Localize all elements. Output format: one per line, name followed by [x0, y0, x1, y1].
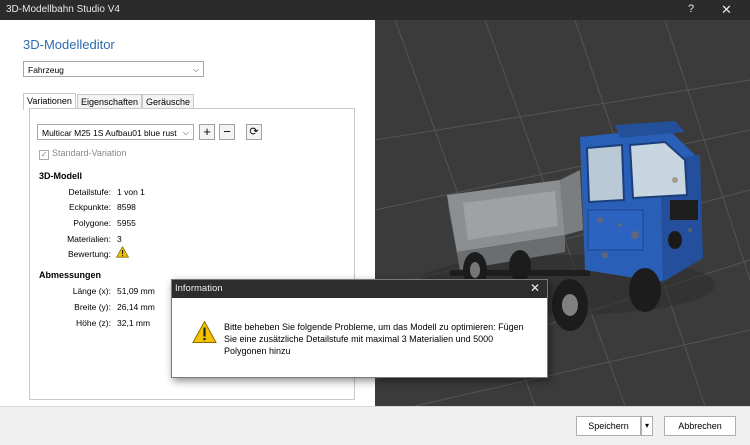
- warning-icon: [116, 246, 129, 258]
- check-icon: ✓: [39, 150, 49, 160]
- category-dropdown[interactable]: Fahrzeug ⌵: [23, 61, 204, 77]
- editor-heading: 3D-Modelleditor: [23, 37, 115, 52]
- chevron-down-icon: ⌵: [192, 65, 199, 74]
- polygons-value: 5955: [117, 218, 136, 228]
- height-label: Höhe (z):: [76, 318, 111, 328]
- detail-level-value: 1 von 1: [117, 187, 145, 197]
- length-value: 51,09 mm: [117, 286, 155, 296]
- standard-variation-checkbox[interactable]: ✓ Standard-Variation: [39, 148, 126, 160]
- window-title: 3D-Modellbahn Studio V4: [6, 4, 120, 15]
- width-value: 26,14 mm: [117, 302, 155, 312]
- information-dialog: Information ✕ Bitte beheben Sie folgende…: [171, 279, 548, 378]
- refresh-icon[interactable]: ⟳: [246, 124, 262, 140]
- dialog-header: Information ✕: [172, 280, 547, 298]
- model-section-title: 3D-Modell: [39, 171, 83, 181]
- warning-icon: [192, 320, 217, 343]
- materials-label: Materialien:: [67, 234, 111, 244]
- help-button[interactable]: ?: [688, 3, 694, 15]
- tab-eigenschaften[interactable]: Eigenschaften: [77, 94, 143, 109]
- tab-geraeusche[interactable]: Geräusche: [142, 94, 195, 109]
- category-value: Fahrzeug: [28, 65, 64, 75]
- window-close-button[interactable]: ✕: [721, 2, 732, 18]
- footer-bar: Speichern ▾ Abbrechen: [0, 406, 750, 445]
- add-variation-button[interactable]: +: [199, 124, 215, 140]
- vertices-value: 8598: [117, 202, 136, 212]
- variation-value: Multicar M25 1S Aufbau01 blue rust: [42, 128, 177, 138]
- dialog-close-button[interactable]: ✕: [530, 281, 540, 295]
- standard-variation-label: Standard-Variation: [52, 148, 127, 158]
- variation-dropdown[interactable]: Multicar M25 1S Aufbau01 blue rust ⌵: [37, 124, 194, 140]
- rating-label: Bewertung:: [68, 249, 111, 259]
- length-label: Länge (x):: [72, 286, 111, 296]
- save-button[interactable]: Speichern: [576, 416, 641, 436]
- remove-variation-button[interactable]: −: [219, 124, 235, 140]
- detail-level-label: Detailstufe:: [68, 187, 111, 197]
- materials-value: 3: [117, 234, 122, 244]
- chevron-down-icon: ⌵: [182, 128, 189, 137]
- width-label: Breite (y):: [74, 302, 111, 312]
- dialog-message: Bitte beheben Sie folgende Probleme, um …: [224, 322, 524, 356]
- save-menu-button[interactable]: ▾: [641, 416, 653, 436]
- cancel-button[interactable]: Abbrechen: [664, 416, 736, 436]
- height-value: 32,1 mm: [117, 318, 151, 328]
- polygons-label: Polygone:: [73, 218, 111, 228]
- dimensions-section-title: Abmessungen: [39, 270, 102, 280]
- dialog-title: Information: [175, 283, 223, 294]
- title-bar: 3D-Modellbahn Studio V4 ? ✕: [0, 0, 750, 20]
- vertices-label: Eckpunkte:: [68, 202, 111, 212]
